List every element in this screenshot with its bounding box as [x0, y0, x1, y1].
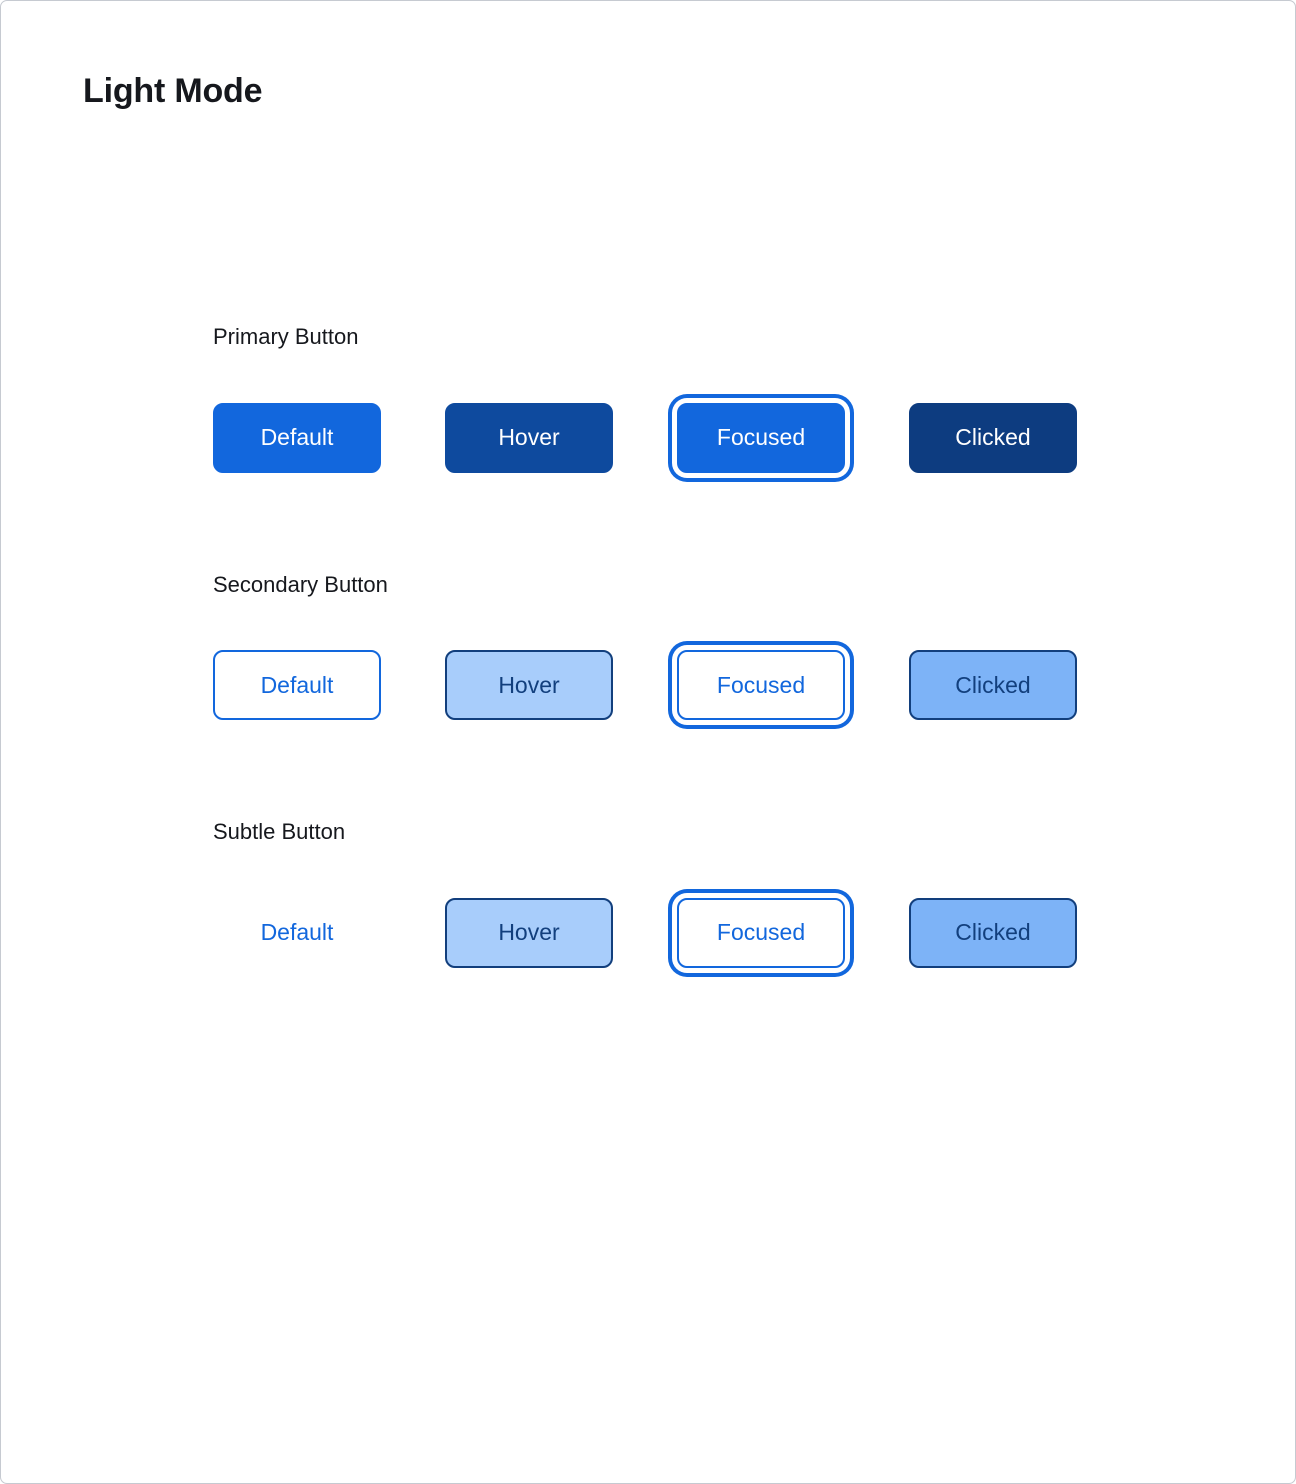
- button-slot-primary-focused: Focused: [677, 383, 909, 493]
- section-secondary-button: Secondary Button Default Hover Focused C…: [213, 571, 1213, 741]
- button-slot-secondary-default: Default: [213, 630, 445, 740]
- primary-button-focused[interactable]: Focused: [677, 402, 845, 473]
- primary-button-clicked[interactable]: Clicked: [909, 402, 1077, 473]
- secondary-button-default[interactable]: Default: [213, 650, 381, 720]
- primary-button-hover[interactable]: Hover: [445, 402, 613, 473]
- page-title: Light Mode: [83, 72, 263, 110]
- button-slot-subtle-focused: Focused: [677, 878, 909, 988]
- button-showcase: Primary Button Default Hover Focused Cli…: [213, 323, 1213, 988]
- secondary-button-focused[interactable]: Focused: [677, 650, 845, 720]
- button-slot-secondary-hover: Hover: [445, 630, 677, 740]
- button-slot-primary-default: Default: [213, 383, 445, 493]
- section-label-subtle: Subtle Button: [213, 819, 346, 844]
- subtle-button-default[interactable]: Default: [213, 898, 381, 968]
- button-slot-secondary-clicked: Clicked: [909, 630, 1141, 740]
- page-frame: Light Mode Primary Button Default Hover …: [0, 0, 1296, 1484]
- subtle-button-focused[interactable]: Focused: [677, 897, 845, 968]
- button-row-subtle: Default Hover Focused Clicked: [213, 878, 1213, 988]
- button-row-primary: Default Hover Focused Clicked: [213, 383, 1213, 493]
- subtle-button-clicked[interactable]: Clicked: [909, 897, 1077, 968]
- button-slot-subtle-hover: Hover: [445, 878, 677, 988]
- button-slot-primary-hover: Hover: [445, 383, 677, 493]
- button-slot-subtle-default: Default: [213, 878, 445, 988]
- section-primary-button: Primary Button Default Hover Focused Cli…: [213, 323, 1213, 493]
- section-label-secondary: Secondary Button: [213, 571, 388, 597]
- secondary-button-hover[interactable]: Hover: [445, 650, 613, 720]
- button-row-secondary: Default Hover Focused Clicked: [213, 630, 1213, 740]
- button-slot-primary-clicked: Clicked: [909, 383, 1141, 493]
- section-subtle-button: Subtle Button Default Hover Focused Clic…: [213, 818, 1213, 988]
- button-slot-subtle-clicked: Clicked: [909, 878, 1141, 988]
- primary-button-default[interactable]: Default: [213, 402, 381, 473]
- section-label-primary: Primary Button: [213, 324, 359, 349]
- secondary-button-clicked[interactable]: Clicked: [909, 650, 1077, 720]
- button-slot-secondary-focused: Focused: [677, 630, 909, 740]
- subtle-button-hover[interactable]: Hover: [445, 897, 613, 968]
